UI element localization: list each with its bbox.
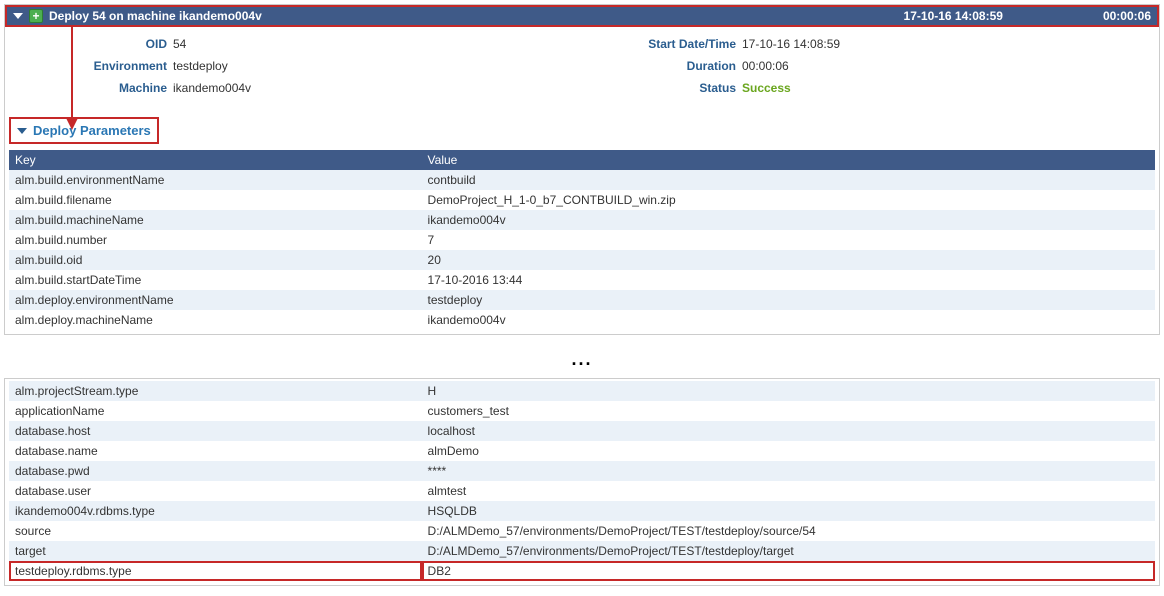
- section-title: Deploy Parameters: [33, 123, 151, 138]
- duration-value: 00:00:06: [742, 59, 789, 73]
- param-key: alm.build.number: [9, 230, 422, 250]
- deploy-panel: + Deploy 54 on machine ikandemo004v 17-1…: [4, 4, 1160, 335]
- param-value: customers_test: [422, 401, 1155, 421]
- param-key: alm.build.filename: [9, 190, 422, 210]
- deploy-parameters-header[interactable]: Deploy Parameters: [11, 119, 157, 142]
- param-key: alm.build.startDateTime: [9, 270, 422, 290]
- parameters-table-2-panel: alm.projectStream.typeHapplicationNamecu…: [4, 378, 1160, 586]
- table-row: alm.deploy.environmentNametestdeploy: [9, 290, 1155, 310]
- table-row: database.namealmDemo: [9, 441, 1155, 461]
- param-value: testdeploy: [422, 290, 1155, 310]
- table-row: database.hostlocalhost: [9, 421, 1155, 441]
- param-value: D:/ALMDemo_57/environments/DemoProject/T…: [422, 521, 1155, 541]
- table-row: database.pwd****: [9, 461, 1155, 481]
- table-header-row: Key Value: [9, 150, 1155, 170]
- start-label: Start Date/Time: [582, 37, 742, 51]
- param-key: database.host: [9, 421, 422, 441]
- status-label: Status: [582, 81, 742, 95]
- param-key: database.name: [9, 441, 422, 461]
- table-row: alm.build.number7: [9, 230, 1155, 250]
- param-value: almDemo: [422, 441, 1155, 461]
- param-key: database.user: [9, 481, 422, 501]
- param-key: alm.deploy.machineName: [9, 310, 422, 330]
- param-value: localhost: [422, 421, 1155, 441]
- col-key: Key: [9, 150, 422, 170]
- table-row: alm.projectStream.typeH: [9, 381, 1155, 401]
- oid-label: OID: [13, 37, 173, 51]
- chevron-down-icon: [13, 13, 23, 19]
- deploy-title: Deploy 54 on machine ikandemo004v: [49, 9, 904, 23]
- ellipsis-separator: ...: [4, 341, 1160, 378]
- machine-label: Machine: [13, 81, 173, 95]
- deploy-duration: 00:00:06: [1103, 9, 1151, 23]
- table-row: database.useralmtest: [9, 481, 1155, 501]
- table-row: alm.build.startDateTime17-10-2016 13:44: [9, 270, 1155, 290]
- param-value: HSQLDB: [422, 501, 1155, 521]
- table-row: alm.build.oid20: [9, 250, 1155, 270]
- table-row: applicationNamecustomers_test: [9, 401, 1155, 421]
- chevron-down-icon: [17, 128, 27, 134]
- param-key: alm.projectStream.type: [9, 381, 422, 401]
- status-value: Success: [742, 81, 791, 95]
- table-row: sourceD:/ALMDemo_57/environments/DemoPro…: [9, 521, 1155, 541]
- table-row: testdeploy.rdbms.typeDB2: [9, 561, 1155, 581]
- param-key: alm.build.machineName: [9, 210, 422, 230]
- param-value: 7: [422, 230, 1155, 250]
- table-row: alm.build.filenameDemoProject_H_1-0_b7_C…: [9, 190, 1155, 210]
- param-key: alm.build.environmentName: [9, 170, 422, 190]
- start-value: 17-10-16 14:08:59: [742, 37, 840, 51]
- param-key: target: [9, 541, 422, 561]
- param-value: DemoProject_H_1-0_b7_CONTBUILD_win.zip: [422, 190, 1155, 210]
- duration-label: Duration: [582, 59, 742, 73]
- param-key: alm.build.oid: [9, 250, 422, 270]
- oid-value: 54: [173, 37, 186, 51]
- param-value: ikandemo004v: [422, 310, 1155, 330]
- param-value: contbuild: [422, 170, 1155, 190]
- env-label: Environment: [13, 59, 173, 73]
- col-value: Value: [422, 150, 1155, 170]
- deploy-datetime: 17-10-16 14:08:59: [904, 9, 1003, 23]
- param-key: testdeploy.rdbms.type: [9, 561, 422, 581]
- param-value: 17-10-2016 13:44: [422, 270, 1155, 290]
- deploy-panel-header[interactable]: + Deploy 54 on machine ikandemo004v 17-1…: [5, 5, 1159, 27]
- param-key: applicationName: [9, 401, 422, 421]
- table-row: alm.build.environmentNamecontbuild: [9, 170, 1155, 190]
- table-row: alm.build.machineNameikandemo004v: [9, 210, 1155, 230]
- param-value: 20: [422, 250, 1155, 270]
- param-value: almtest: [422, 481, 1155, 501]
- machine-value: ikandemo004v: [173, 81, 251, 95]
- env-value: testdeploy: [173, 59, 228, 73]
- param-value: ****: [422, 461, 1155, 481]
- param-value: DB2: [422, 561, 1155, 581]
- param-value: D:/ALMDemo_57/environments/DemoProject/T…: [422, 541, 1155, 561]
- param-value: ikandemo004v: [422, 210, 1155, 230]
- plus-icon: +: [29, 9, 43, 23]
- parameters-table-2: alm.projectStream.typeHapplicationNamecu…: [9, 381, 1155, 581]
- parameters-table-1: Key Value alm.build.environmentNamecontb…: [9, 150, 1155, 330]
- param-key: alm.deploy.environmentName: [9, 290, 422, 310]
- table-row: ikandemo004v.rdbms.typeHSQLDB: [9, 501, 1155, 521]
- param-value: H: [422, 381, 1155, 401]
- table-row: targetD:/ALMDemo_57/environments/DemoPro…: [9, 541, 1155, 561]
- table-row: alm.deploy.machineNameikandemo004v: [9, 310, 1155, 330]
- param-key: ikandemo004v.rdbms.type: [9, 501, 422, 521]
- param-key: database.pwd: [9, 461, 422, 481]
- deploy-details: OID 54 Start Date/Time 17-10-16 14:08:59…: [5, 27, 1159, 117]
- param-key: source: [9, 521, 422, 541]
